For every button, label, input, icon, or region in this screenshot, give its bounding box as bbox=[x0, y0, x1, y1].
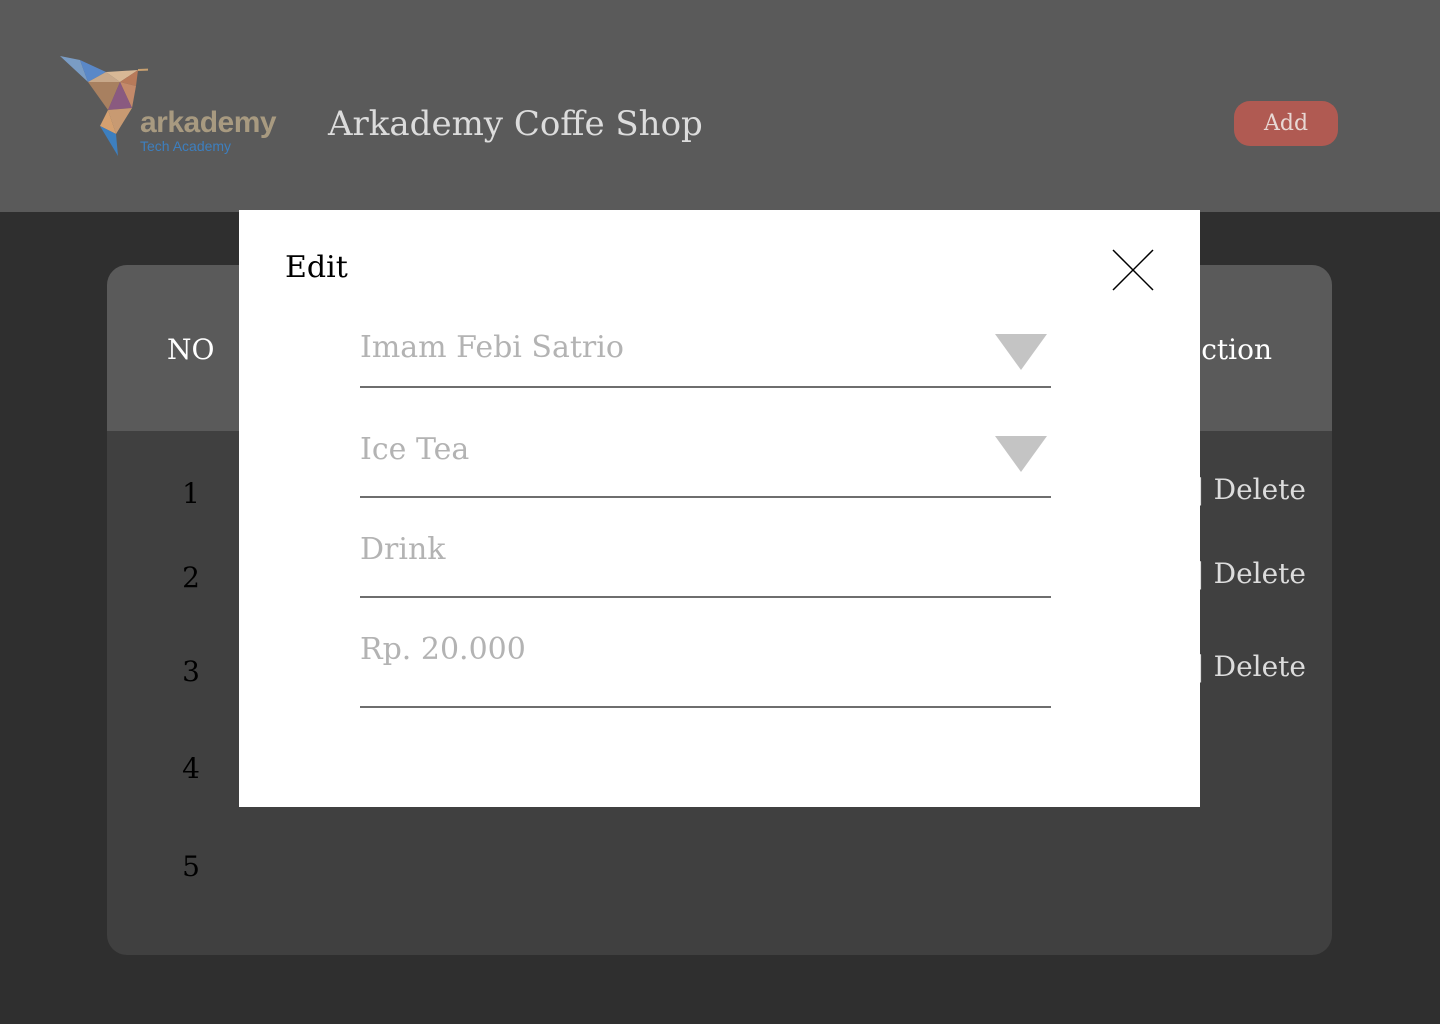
modal-title: Edit bbox=[285, 250, 348, 285]
close-icon bbox=[1112, 249, 1154, 291]
product-value: Ice Tea bbox=[360, 432, 470, 467]
logo-tagline: Tech Academy bbox=[140, 138, 232, 154]
delete-link[interactable]: | Delete bbox=[1195, 473, 1306, 506]
hummingbird-logo-icon bbox=[60, 56, 191, 156]
logo-wordmark: arkademy bbox=[140, 106, 277, 139]
cashier-select[interactable]: Imam Febi Satrio bbox=[360, 326, 1051, 388]
dropdown-caret-icon[interactable] bbox=[995, 334, 1047, 370]
row-number: 2 bbox=[182, 561, 200, 594]
dropdown-caret-icon[interactable] bbox=[995, 436, 1047, 472]
close-button[interactable] bbox=[1111, 248, 1155, 292]
price-value: Rp. 20.000 bbox=[360, 632, 526, 667]
column-header-action: ction bbox=[1201, 333, 1272, 366]
add-button[interactable]: Add bbox=[1234, 101, 1338, 146]
row-number: 5 bbox=[182, 850, 200, 883]
row-number: 3 bbox=[182, 655, 200, 688]
category-field[interactable]: Drink bbox=[360, 530, 1051, 598]
cashier-value: Imam Febi Satrio bbox=[360, 330, 624, 365]
app-header: arkademy Tech Academy Arkademy Coffe Sho… bbox=[0, 0, 1440, 212]
row-number: 1 bbox=[182, 477, 200, 510]
column-header-no: NO bbox=[167, 333, 215, 366]
delete-link[interactable]: | Delete bbox=[1195, 557, 1306, 590]
price-field[interactable]: Rp. 20.000 bbox=[360, 630, 1051, 708]
row-number: 4 bbox=[182, 752, 200, 785]
product-select[interactable]: Ice Tea bbox=[360, 428, 1051, 498]
edit-modal: Edit Imam Febi Satrio Ice Tea Drink Rp. … bbox=[239, 210, 1200, 807]
arkademy-logo: arkademy Tech Academy bbox=[58, 52, 298, 162]
page-title: Arkademy Coffe Shop bbox=[328, 104, 703, 144]
category-value: Drink bbox=[360, 532, 446, 567]
delete-link[interactable]: | Delete bbox=[1195, 650, 1306, 683]
